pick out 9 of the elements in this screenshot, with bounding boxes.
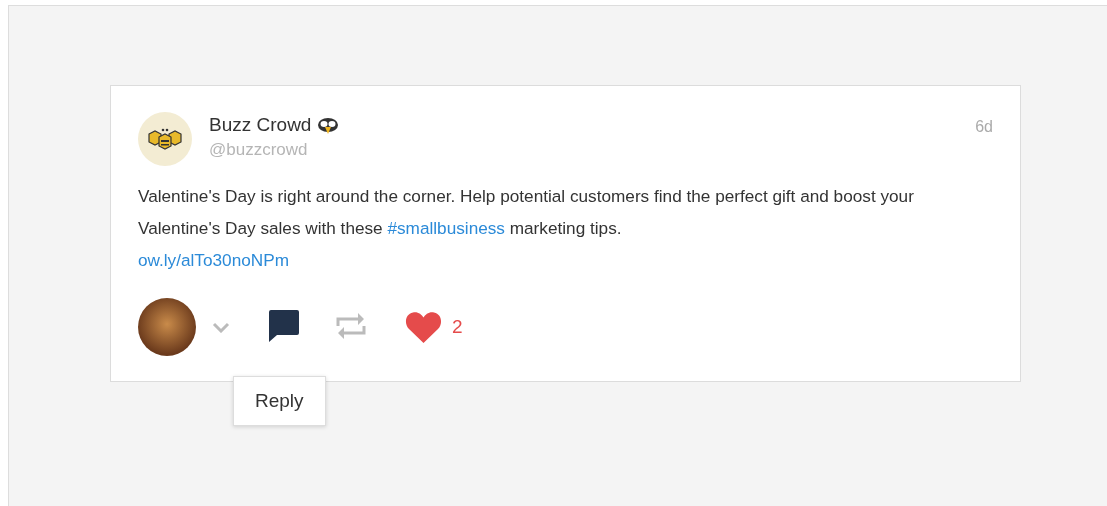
post-text: Valentine's Day is right around the corner. Help potential customers find the perfect gift and boost your Valentine's Day sales with these #smallbusiness marketing tips. ow.ly/alTo30noNPm: [138, 185, 915, 272]
url-link[interactable]: ow.ly/alTo30noNPm: [138, 250, 289, 270]
post-time: 6d: [975, 117, 993, 136]
author-name[interactable]: Buzz Crowd: [209, 114, 312, 136]
avatar-photo[interactable]: [138, 298, 196, 356]
hashtag-link[interactable]: #smallbusiness: [387, 218, 505, 238]
user-handle[interactable]: @buzzcrowd: [209, 140, 959, 160]
reply-tooltip: Reply: [233, 376, 326, 426]
bee-logo-icon: [138, 112, 192, 166]
